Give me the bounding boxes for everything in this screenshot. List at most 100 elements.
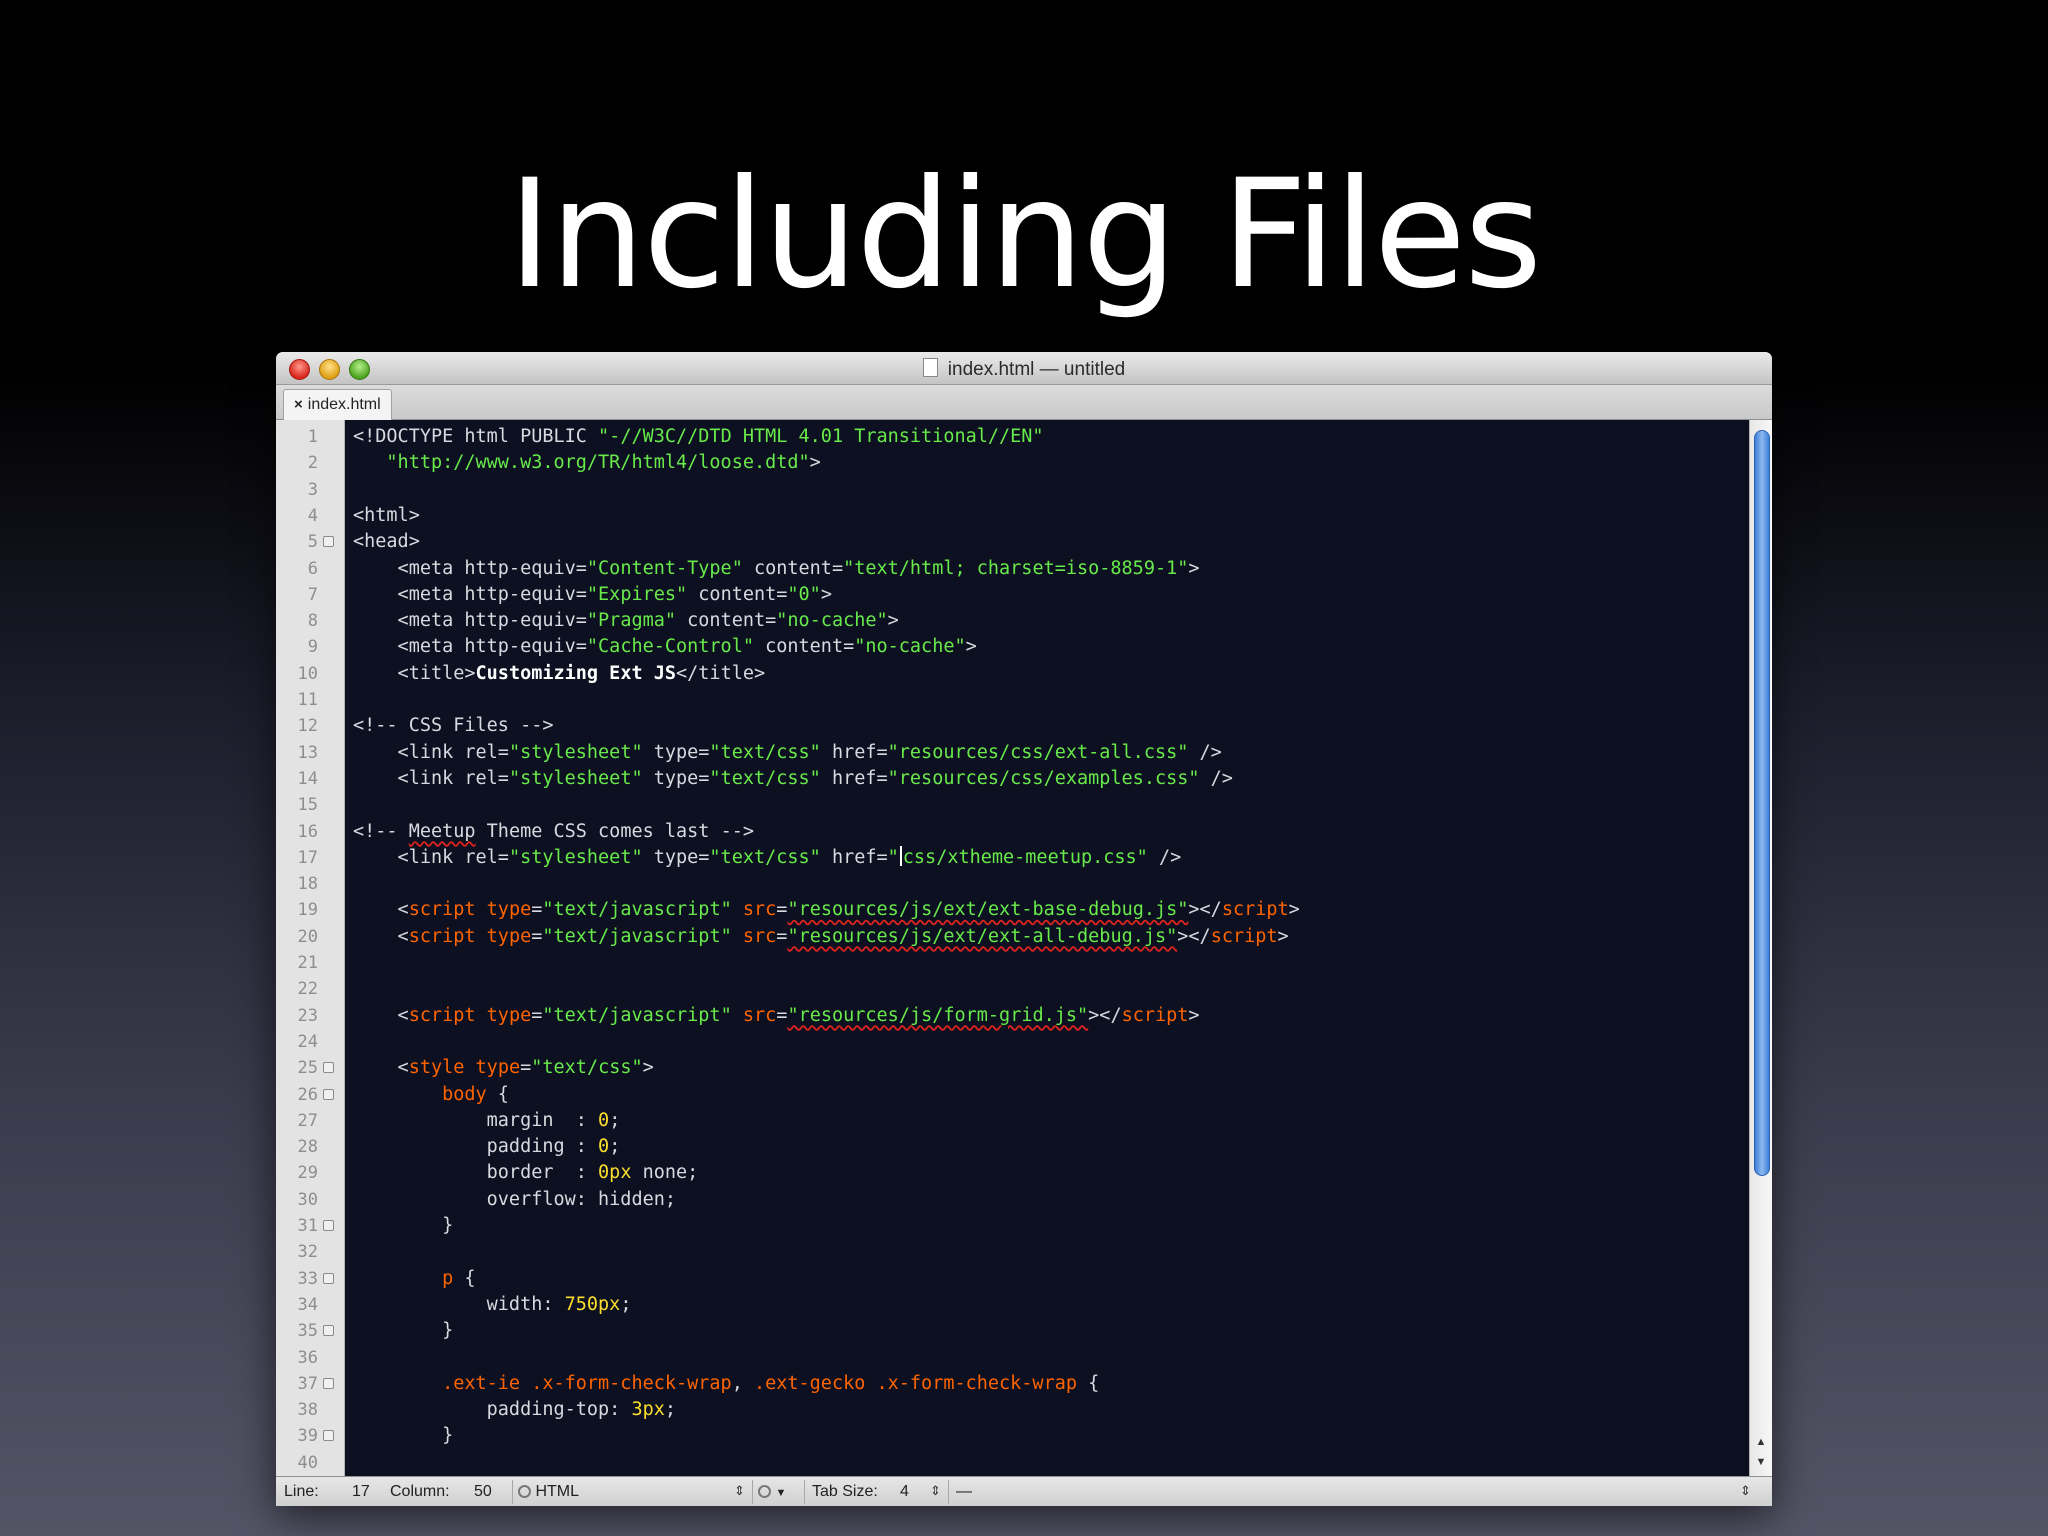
code-token: = xyxy=(520,1057,532,1079)
code-token: <!-- CSS Files --> xyxy=(353,715,554,737)
code-line[interactable]: padding : 0; xyxy=(353,1134,621,1160)
code-token: /> xyxy=(1199,767,1233,789)
code-token: <title> xyxy=(353,662,476,684)
language-updown-icon[interactable]: ⇕ xyxy=(734,1483,745,1499)
fold-toggle-icon[interactable] xyxy=(323,1377,334,1389)
code-token: 0 xyxy=(598,1136,610,1158)
gutter-line: 4 xyxy=(276,503,344,529)
text-cursor xyxy=(899,845,902,866)
tab-close-icon[interactable]: × xyxy=(294,396,303,413)
gutter-line: 10 xyxy=(276,661,344,687)
column-label: Column: xyxy=(390,1483,450,1500)
code-line[interactable]: <meta http-equiv="Expires" content="0"> xyxy=(353,582,832,608)
code-token: type= xyxy=(642,846,710,868)
code-line[interactable]: <!DOCTYPE html PUBLIC "-//W3C//DTD HTML … xyxy=(353,424,1044,450)
code-line[interactable]: <meta http-equiv="Content-Type" content=… xyxy=(353,556,1200,582)
code-token: { xyxy=(453,1267,476,1289)
code-token: /> xyxy=(1188,741,1222,763)
gutter-line: 5 xyxy=(276,529,344,555)
code-token: = xyxy=(776,1004,788,1026)
tab-size-updown-icon[interactable]: ⇕ xyxy=(930,1483,941,1499)
scrollbar-thumb[interactable] xyxy=(1754,430,1770,1176)
code-line[interactable]: <head> xyxy=(353,529,420,555)
code-line[interactable]: <html> xyxy=(353,503,420,529)
code-token: ; xyxy=(664,1399,677,1421)
line-number: 11 xyxy=(297,690,318,710)
code-line[interactable]: padding-top: 3px; xyxy=(353,1397,676,1423)
code-line[interactable]: <title>Customizing Ext JS</title> xyxy=(353,661,766,687)
code-editor[interactable]: 1 2 3 4 5 6 7 8 9 10 11 12 13 14 15 16 17 18 19 20 21 22 23 24 2… xyxy=(276,420,1772,1476)
tab-index-html[interactable]: × index.html xyxy=(283,389,392,420)
chevron-down-icon: ▼ xyxy=(775,1487,787,1499)
code-line[interactable]: } xyxy=(353,1318,453,1344)
code-line[interactable]: border : 0px none; xyxy=(353,1160,699,1186)
symbol-updown-icon[interactable]: ⇕ xyxy=(1740,1483,1751,1499)
code-token: > xyxy=(809,452,821,474)
code-line[interactable]: <meta http-equiv="Pragma" content="no-ca… xyxy=(353,608,899,634)
code-token: src xyxy=(731,899,777,921)
code-token: > xyxy=(820,583,832,605)
line-number: 7 xyxy=(307,584,318,605)
gutter-line: 38 xyxy=(276,1397,344,1423)
code-line[interactable]: <script type="text/javascript" src="reso… xyxy=(353,1003,1200,1029)
code-line[interactable]: width: 750px; xyxy=(353,1292,632,1318)
code-line[interactable]: <!-- CSS Files --> xyxy=(353,713,553,739)
code-line[interactable]: <link rel="stylesheet" type="text/css" h… xyxy=(353,740,1222,766)
code-line[interactable]: <!-- Meetup Theme CSS comes last --> xyxy=(353,819,754,845)
fold-toggle-icon[interactable] xyxy=(323,1272,334,1284)
line-number: 5 xyxy=(307,532,318,553)
code-line[interactable]: <link rel="stylesheet" type="text/css" h… xyxy=(353,766,1233,792)
code-token: body xyxy=(353,1083,487,1105)
tab-size-value[interactable]: 4 xyxy=(900,1483,909,1501)
scroll-down-arrow-icon[interactable]: ▼ xyxy=(1750,1452,1772,1472)
code-line[interactable]: } xyxy=(353,1423,453,1449)
code-line[interactable]: .ext-ie .x-form-check-wrap, .ext-gecko .… xyxy=(353,1371,1099,1397)
gutter-line: 19 xyxy=(276,897,344,923)
code-token: none; xyxy=(631,1162,699,1184)
code-token: script xyxy=(1210,925,1278,947)
code-token: <!DOCTYPE html PUBLIC xyxy=(353,426,599,447)
fold-toggle-icon[interactable] xyxy=(323,1088,334,1100)
line-number: 38 xyxy=(297,1400,318,1421)
code-token: content= xyxy=(742,557,844,579)
fold-toggle-icon[interactable] xyxy=(323,1430,334,1442)
gutter-line: 40 xyxy=(276,1450,344,1476)
fold-toggle-icon[interactable] xyxy=(323,1062,334,1074)
fold-toggle-icon[interactable] xyxy=(323,1325,334,1337)
code-line[interactable]: margin : 0; xyxy=(353,1108,621,1134)
line-number: 19 xyxy=(297,900,318,921)
code-line[interactable]: } xyxy=(353,1213,453,1239)
code-line[interactable]: <script type="text/javascript" src="reso… xyxy=(353,897,1300,923)
code-line[interactable]: overflow: hidden; xyxy=(353,1187,676,1213)
code-token: script xyxy=(1221,899,1289,921)
code-line[interactable]: <link rel="stylesheet" type="text/css" h… xyxy=(353,845,1181,871)
code-line[interactable]: <script type="text/javascript" src="reso… xyxy=(353,924,1289,950)
code-token: <link rel= xyxy=(353,741,509,763)
gutter-line: 39 xyxy=(276,1423,344,1449)
fold-toggle-icon[interactable] xyxy=(323,536,334,548)
code-line[interactable]: body { xyxy=(353,1082,509,1108)
code-token: 0 xyxy=(598,1109,610,1131)
gutter-line: 23 xyxy=(276,1003,344,1029)
code-line[interactable]: p { xyxy=(353,1266,476,1292)
code-line[interactable]: "http://www.w3.org/TR/html4/loose.dtd"> xyxy=(353,450,821,476)
window-titlebar[interactable]: index.html — untitled xyxy=(276,352,1772,385)
code-token: "Expires" xyxy=(586,583,688,605)
code-token: "Content-Type" xyxy=(586,557,743,579)
code-line[interactable]: <style type="text/css"> xyxy=(353,1055,654,1081)
code-token: = xyxy=(776,925,788,947)
symbol-selector[interactable]: — xyxy=(956,1483,972,1501)
code-token: 750px xyxy=(564,1293,621,1315)
code-token: } xyxy=(353,1320,454,1342)
code-token: type= xyxy=(642,767,710,789)
code-token: src xyxy=(731,1004,777,1026)
settings-menu[interactable]: ▼ xyxy=(758,1483,786,1501)
vertical-scrollbar[interactable]: ▲ ▼ xyxy=(1749,420,1772,1476)
code-token: "text/css" xyxy=(709,767,821,789)
code-token: padding-top: xyxy=(353,1399,632,1421)
code-line[interactable]: <meta http-equiv="Cache-Control" content… xyxy=(353,634,977,660)
fold-toggle-icon[interactable] xyxy=(323,1220,334,1231)
code-token: > xyxy=(887,610,899,632)
scroll-up-arrow-icon[interactable]: ▲ xyxy=(1750,1432,1772,1452)
language-selector[interactable]: HTML xyxy=(518,1483,579,1501)
